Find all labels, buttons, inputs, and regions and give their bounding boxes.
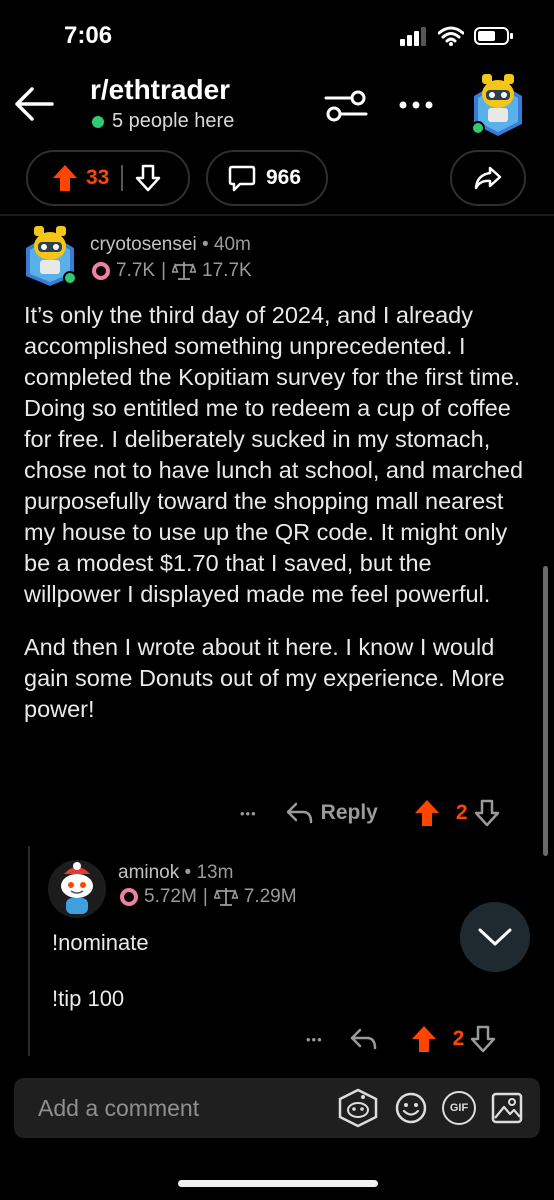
comment-body: It’s only the third day of 2024, and I a…: [24, 300, 534, 747]
share-button[interactable]: [450, 150, 526, 206]
back-arrow-icon[interactable]: [12, 84, 56, 124]
online-dot-icon: [92, 115, 104, 128]
comment-weight: 17.7K: [202, 260, 252, 281]
user-avatar[interactable]: [470, 68, 526, 136]
donut-icon: [120, 888, 138, 906]
scroll-down-button[interactable]: [460, 902, 530, 972]
reply-author-stats: 5.72M | 7.29M: [120, 886, 297, 908]
comment-vote-count: 2: [455, 801, 468, 824]
donut-icon: [92, 262, 110, 280]
wifi-icon: [438, 26, 464, 46]
post-vote-count: 33: [86, 166, 110, 189]
comment-author-line: cryotosensei • 40m: [90, 234, 251, 256]
vote-divider: [121, 165, 124, 191]
comment-more-button[interactable]: •••: [240, 806, 257, 821]
filter-icon[interactable]: [324, 88, 368, 124]
chevron-down-icon: [478, 928, 512, 946]
comment-author-stats: 7.7K | 17.7K: [92, 260, 252, 282]
reply-button[interactable]: Reply: [321, 801, 378, 825]
gif-label: GIF: [449, 1102, 469, 1114]
image-upload-icon[interactable]: [490, 1091, 524, 1125]
vote-pill: 33: [26, 150, 190, 206]
status-time: 7:06: [64, 22, 113, 49]
reply-text-line: !tip 100: [52, 986, 125, 1011]
comment-donuts: 7.7K: [116, 260, 156, 281]
comment-stat-separator: |: [161, 260, 167, 281]
reply-author[interactable]: aminok: [118, 862, 179, 883]
reply-author-line: aminok • 13m: [118, 862, 233, 884]
reply-vote-count: 2: [452, 1027, 465, 1050]
subreddit-name[interactable]: r/ethtrader: [90, 74, 230, 106]
gif-icon[interactable]: GIF: [442, 1091, 476, 1125]
share-icon: [474, 166, 502, 190]
reply-weight: 7.29M: [243, 886, 297, 907]
comment-count: 966: [266, 166, 302, 189]
status-icons: [400, 26, 514, 46]
reply-stat-separator: |: [202, 886, 208, 907]
online-text: 5 people here: [112, 110, 235, 132]
reply-more-button[interactable]: •••: [306, 1032, 323, 1047]
composer-icons: GIF: [336, 1088, 524, 1128]
reply-arrow-icon[interactable]: [349, 1027, 377, 1051]
composer-placeholder[interactable]: Add a comment: [38, 1095, 199, 1122]
battery-icon: [474, 27, 513, 45]
comment-bubble-icon: [228, 165, 256, 192]
scales-icon: [172, 262, 197, 280]
thread-line[interactable]: [28, 846, 30, 1056]
scrollbar[interactable]: [543, 566, 548, 856]
comments-button[interactable]: 966: [206, 150, 328, 206]
header: r/ethtrader 5 people here: [0, 62, 554, 146]
home-indicator[interactable]: [178, 1180, 378, 1187]
downvote-icon[interactable]: [135, 164, 161, 192]
comment-author[interactable]: cryotosensei: [90, 234, 197, 255]
reply-donuts: 5.72M: [144, 886, 197, 907]
reply-arrow-icon[interactable]: [285, 801, 313, 825]
post-actions: 33 966: [26, 150, 528, 206]
commenter-avatar[interactable]: [22, 224, 78, 286]
comment-actions: ••• Reply 2: [240, 796, 540, 830]
status-bar: 7:06: [0, 0, 554, 60]
comment-downvote-icon[interactable]: [474, 799, 500, 827]
comment-paragraph: It’s only the third day of 2024, and I a…: [24, 302, 524, 607]
emoji-icon[interactable]: [394, 1091, 428, 1125]
upvote-icon[interactable]: [52, 164, 78, 192]
more-options-icon[interactable]: [398, 100, 434, 110]
snoo-sticker-icon[interactable]: [336, 1088, 380, 1128]
reply-upvote-icon[interactable]: [411, 1025, 437, 1053]
signal-icon: [400, 27, 426, 46]
scales-icon: [213, 888, 238, 906]
section-divider: [0, 214, 554, 216]
online-count: 5 people here: [92, 110, 234, 133]
comment-separator: •: [201, 234, 209, 255]
snoo-avatar-icon: [48, 860, 106, 918]
reply-actions: ••• 2: [306, 1022, 536, 1056]
reply-separator: •: [184, 862, 192, 883]
comment-paragraph: And then I wrote about it here. I know I…: [24, 634, 505, 722]
reply-text-line: !nominate: [52, 930, 149, 955]
comment-composer[interactable]: Add a comment GIF: [14, 1078, 540, 1138]
comment-age: 40m: [213, 234, 251, 255]
reply-age: 13m: [196, 862, 234, 883]
reply-downvote-icon[interactable]: [470, 1025, 496, 1053]
reply-author-avatar[interactable]: [48, 860, 106, 918]
comment-upvote-icon[interactable]: [414, 799, 440, 827]
